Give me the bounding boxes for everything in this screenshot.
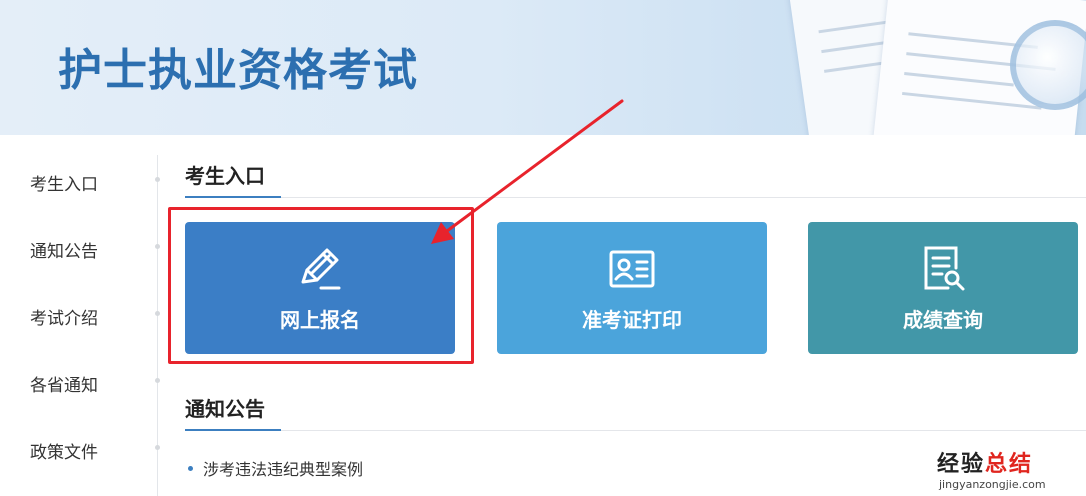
section-rule <box>185 197 1086 198</box>
id-card-icon <box>609 250 655 287</box>
sidebar-item-candidate[interactable]: 考生入口 <box>30 170 98 195</box>
sidebar-item-policy-docs[interactable]: 政策文件 <box>30 438 98 463</box>
sidebar-item-notices[interactable]: 通知公告 <box>30 237 98 262</box>
sidebar-dot <box>155 378 160 383</box>
header-banner: 护士执业资格考试 <box>0 0 1086 135</box>
sidebar-dot <box>155 445 160 450</box>
sidebar-dot <box>155 177 160 182</box>
card-label: 成绩查询 <box>903 307 983 332</box>
section-title-notices: 通知公告 <box>185 397 265 421</box>
watermark: 经验总结 jingyanzongjie.com <box>937 446 1046 491</box>
section-underline <box>185 429 281 431</box>
watermark-url: jingyanzongjie.com <box>939 478 1046 491</box>
document-search-icon <box>924 246 965 290</box>
card-label: 准考证打印 <box>582 307 682 332</box>
sidebar-dot <box>155 244 160 249</box>
sidebar-dot <box>155 311 160 316</box>
section-title-candidate: 考生入口 <box>185 164 265 188</box>
section-rule <box>185 430 1086 431</box>
notice-link[interactable]: 涉考违法违纪典型案例 <box>188 456 363 480</box>
annotation-highlight-box <box>168 207 474 364</box>
sidebar-item-province-notices[interactable]: 各省通知 <box>30 371 98 396</box>
bullet-icon <box>188 466 193 471</box>
notice-link-label: 涉考违法违纪典型案例 <box>203 460 364 479</box>
sidebar-item-exam-intro[interactable]: 考试介绍 <box>30 304 98 329</box>
score-inquiry-button[interactable]: 成绩查询 <box>808 222 1078 354</box>
watermark-brand-accent: 总结 <box>985 452 1034 477</box>
section-underline <box>185 196 281 198</box>
page-title: 护士执业资格考试 <box>58 45 418 96</box>
watermark-brand: 经验 <box>937 452 986 477</box>
admission-ticket-print-button[interactable]: 准考证打印 <box>497 222 767 354</box>
